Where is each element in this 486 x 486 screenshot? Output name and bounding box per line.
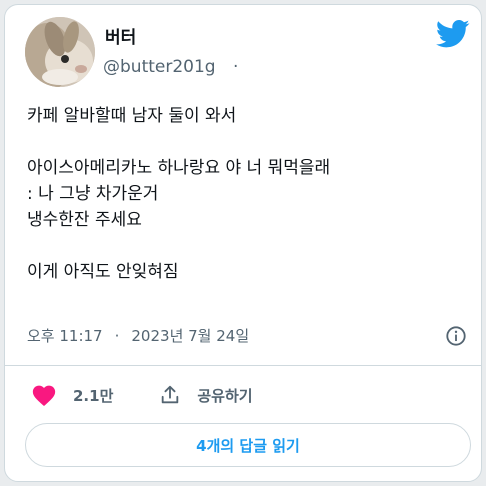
tweet-line: 아이스아메리카노 하나랑요 야 너 뭐먹을래: [27, 158, 331, 178]
tweet-line: 이게 아직도 안잊혀짐: [27, 262, 179, 282]
like-button[interactable]: 2.1만: [31, 383, 113, 407]
tweet-line: 카페 알바할때 남자 둘이 와서: [27, 106, 237, 126]
author-handle[interactable]: @butter201g: [103, 57, 216, 77]
tweet-date: 2023년 7월 24일: [131, 327, 250, 345]
twitter-bird-icon[interactable]: [436, 19, 470, 49]
share-button[interactable]: 공유하기: [113, 384, 253, 406]
share-icon: [162, 385, 179, 404]
heart-icon: [32, 385, 56, 407]
tweet-text: 카페 알바할때 남자 둘이 와서 아이스아메리카노 하나랑요 야 너 뭐먹을래 …: [27, 103, 467, 285]
tweet-card: 버터 @butter201g · 카페 알바할때 남자 둘이 와서 아이스아메리…: [4, 4, 482, 482]
tweet-line: : 나 그냥 차가운거: [27, 184, 159, 204]
timestamp-separator: ·: [114, 327, 120, 345]
tweet-time: 오후 11:17: [27, 327, 103, 345]
author-display-name[interactable]: 버터: [105, 23, 136, 48]
tweet-line: [27, 129, 467, 155]
tweet-line: 냉수한잔 주세요: [27, 210, 142, 230]
like-count: 2.1만: [73, 386, 114, 405]
info-icon[interactable]: [445, 325, 467, 347]
author-handle-row: @butter201g ·: [103, 57, 238, 77]
tweet-timestamp[interactable]: 오후 11:17 · 2023년 7월 24일: [27, 325, 249, 346]
read-replies-button[interactable]: 4개의 답글 읽기: [25, 423, 471, 467]
action-bar: 2.1만 공유하기: [31, 381, 253, 409]
avatar[interactable]: [25, 17, 95, 87]
divider: [5, 365, 481, 366]
tweet-line: [27, 233, 467, 259]
handle-separator: ·: [233, 57, 239, 77]
share-label: 공유하기: [197, 386, 253, 405]
